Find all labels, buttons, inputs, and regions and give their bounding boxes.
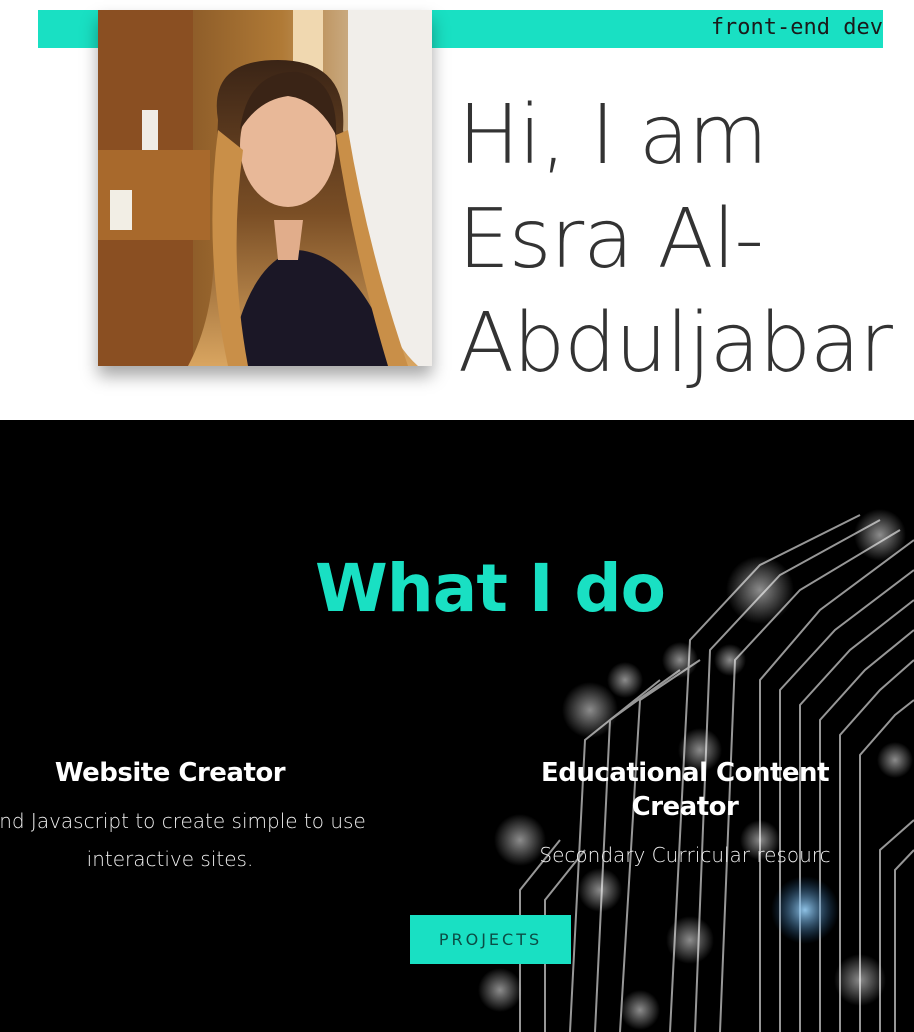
service-card-educational-content-creator: Educational Content Creator Secondary Cu… (510, 756, 860, 874)
hero-title-line-1: Hi, I am (458, 88, 768, 183)
service-card-description: Secondary Curricular resourc (539, 843, 831, 867)
section-title: What I do (315, 550, 666, 627)
service-card-title: Website Creator (54, 758, 286, 788)
hero-title-line-2: Esra Al- (458, 192, 764, 287)
what-i-do-section: What I do Website Creator , and Javascri… (0, 420, 914, 1032)
hero-title: Hi, I am Esra Al- Abduljabar (458, 84, 908, 396)
portrait-photo (98, 10, 432, 366)
service-card-description: , and Javascript to create simple to use… (0, 809, 366, 871)
hero-title-line-3: Abduljabar (458, 296, 893, 391)
service-card-website-creator: Website Creator , and Javascript to crea… (0, 756, 380, 878)
tagline: front-end dev (710, 15, 883, 40)
hero-section: front-end dev Hi, I am Esra Al- Abduljab… (0, 0, 914, 420)
projects-button[interactable]: PROJECTS (410, 915, 571, 964)
service-card-title: Educational Content Creator (540, 758, 830, 822)
